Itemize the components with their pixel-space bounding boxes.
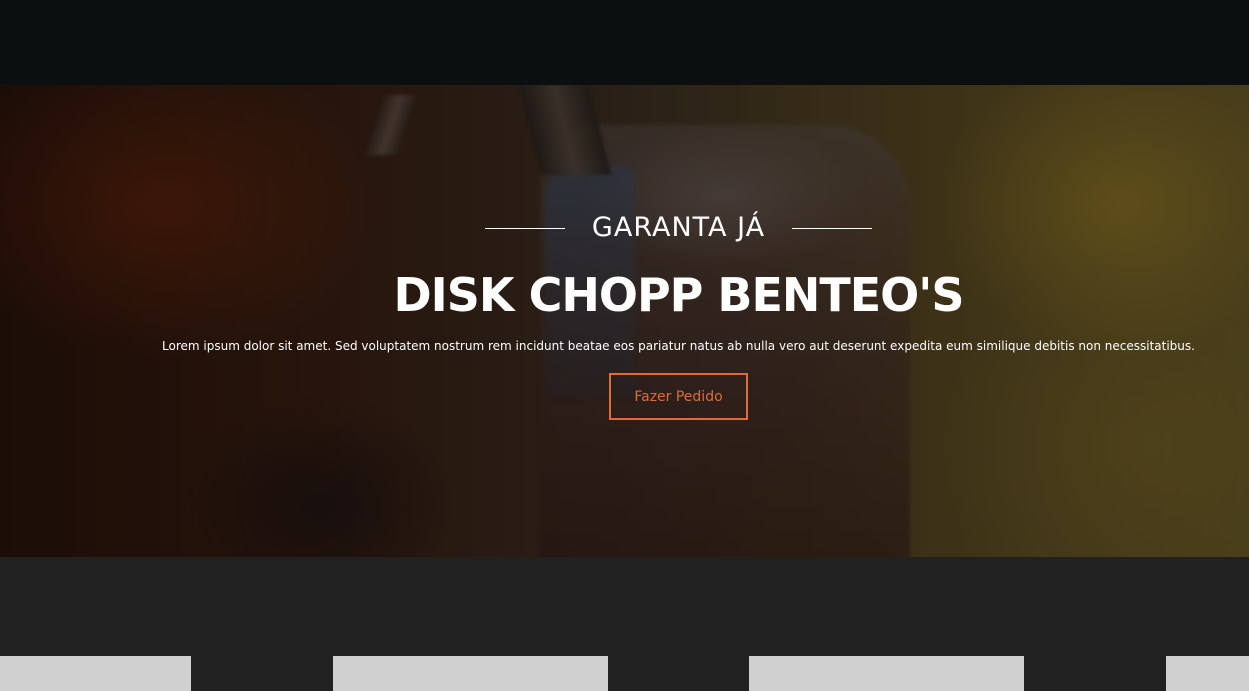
hero-description: Lorem ipsum dolor sit amet. Sed voluptat… (162, 339, 1195, 353)
product-card[interactable] (0, 656, 191, 691)
order-button[interactable]: Fazer Pedido (609, 373, 748, 420)
hero-banner: GARANTA JÁ DISK CHOPP BENTEO'S Lorem ips… (0, 85, 1249, 557)
hero-content: GARANTA JÁ DISK CHOPP BENTEO'S Lorem ips… (0, 85, 1249, 557)
products-section (0, 557, 1249, 691)
product-card[interactable] (1166, 656, 1249, 691)
hero-title: DISK CHOPP BENTEO'S (393, 268, 965, 322)
top-navigation-bar (0, 0, 1249, 85)
hero-eyebrow: GARANTA JÁ (591, 212, 766, 243)
product-card[interactable] (749, 656, 1024, 691)
product-card[interactable] (333, 656, 608, 691)
